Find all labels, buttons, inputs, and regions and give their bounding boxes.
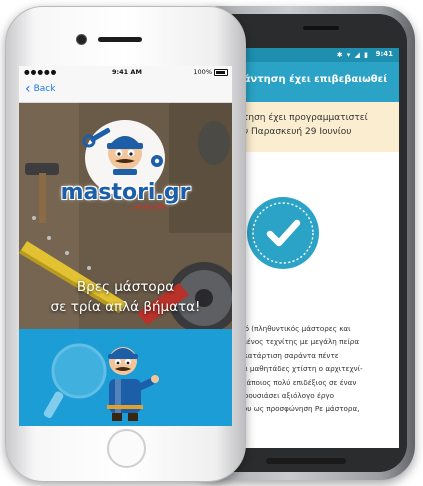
mascot-panel (19, 329, 232, 426)
description-line: ιά) κάποιος πολύ επιδέξιος σε έναν (230, 377, 357, 387)
home-button[interactable] (107, 429, 146, 468)
description-line: ι παρουσιάσει αξιόλογο έργο (230, 391, 335, 401)
description-line: ήντα μαθητάδες χτίστη ο αρχιτεχνί- (230, 364, 363, 374)
description-line: ική κατάρτιση σαράντα πέντε (230, 350, 339, 360)
hero-headline: Βρες μάστορα σε τρία απλά βήματα! (19, 277, 232, 317)
brand-tagline: ...of my life (127, 204, 166, 211)
appointment-info-line2: την Παρασκευή 29 Ιουνίου (232, 127, 352, 137)
appointment-info-box: άντηση έχει προγραμματιστεί την Παρασκευ… (228, 102, 399, 152)
android-status-time: 9:41 (375, 50, 393, 58)
back-button[interactable]: ‹ Back (25, 82, 55, 96)
hero-headline-line1: Βρες μάστορα (76, 279, 175, 295)
battery-icon (214, 69, 228, 76)
description-line: κευμένος τεχνίτης με μεγάλη πείρα (230, 337, 360, 347)
signal-icon: ●●●●● (24, 68, 58, 76)
earpiece (98, 37, 142, 42)
chevron-left-icon: ‹ (25, 81, 31, 97)
hero-headline-line2: σε τρία απλά βήματα! (50, 299, 201, 315)
appointment-info-line1: άντηση έχει προγραμματιστεί (232, 113, 368, 123)
description-text: ενικό (πληθυντικός μάστορες και κευμένος… (228, 322, 399, 448)
description-line: λόγου ως προσφώνηση Ρε μάστορα, (230, 404, 360, 414)
android-app-bar-title: υνάντηση έχει επιβεβαιωθεί (230, 74, 388, 85)
confirmation-area (228, 152, 399, 322)
android-speaker (303, 26, 339, 30)
brand-logo: mastori.gr (60, 180, 191, 205)
android-screen: ✱ ▾ ◢ ▮ 9:41 υνάντηση έχει επιβεβαιωθεί … (228, 48, 399, 448)
ios-nav-bar: ‹ Back (19, 78, 232, 103)
description-line: ενικό (πληθυντικός μάστορες και (230, 324, 351, 333)
battery-percent: 100% (193, 68, 212, 76)
ios-status-bar: ●●●●● 9:41 AM 100% (19, 66, 232, 78)
back-button-label: Back (33, 84, 56, 94)
android-bottom-speaker (266, 458, 346, 464)
ios-status-time: 9:41 AM (112, 68, 142, 76)
android-status-bar: ✱ ▾ ◢ ▮ 9:41 (228, 48, 399, 62)
iphone-screen: ●●●●● 9:41 AM 100% ‹ Back mastori.gr ...… (19, 66, 232, 426)
mascot-magnifier-illustration (43, 343, 159, 421)
front-camera (76, 34, 87, 45)
iphone: ●●●●● 9:41 AM 100% ‹ Back mastori.gr ...… (5, 6, 246, 482)
check-badge-icon (247, 197, 319, 269)
android-app-bar: υνάντηση έχει επιβεβαιωθεί (228, 62, 399, 102)
hero-banner: mastori.gr ...of my life Βρες μάστορα σε… (19, 103, 232, 329)
android-status-icons: ✱ ▾ ◢ ▮ (336, 51, 369, 59)
